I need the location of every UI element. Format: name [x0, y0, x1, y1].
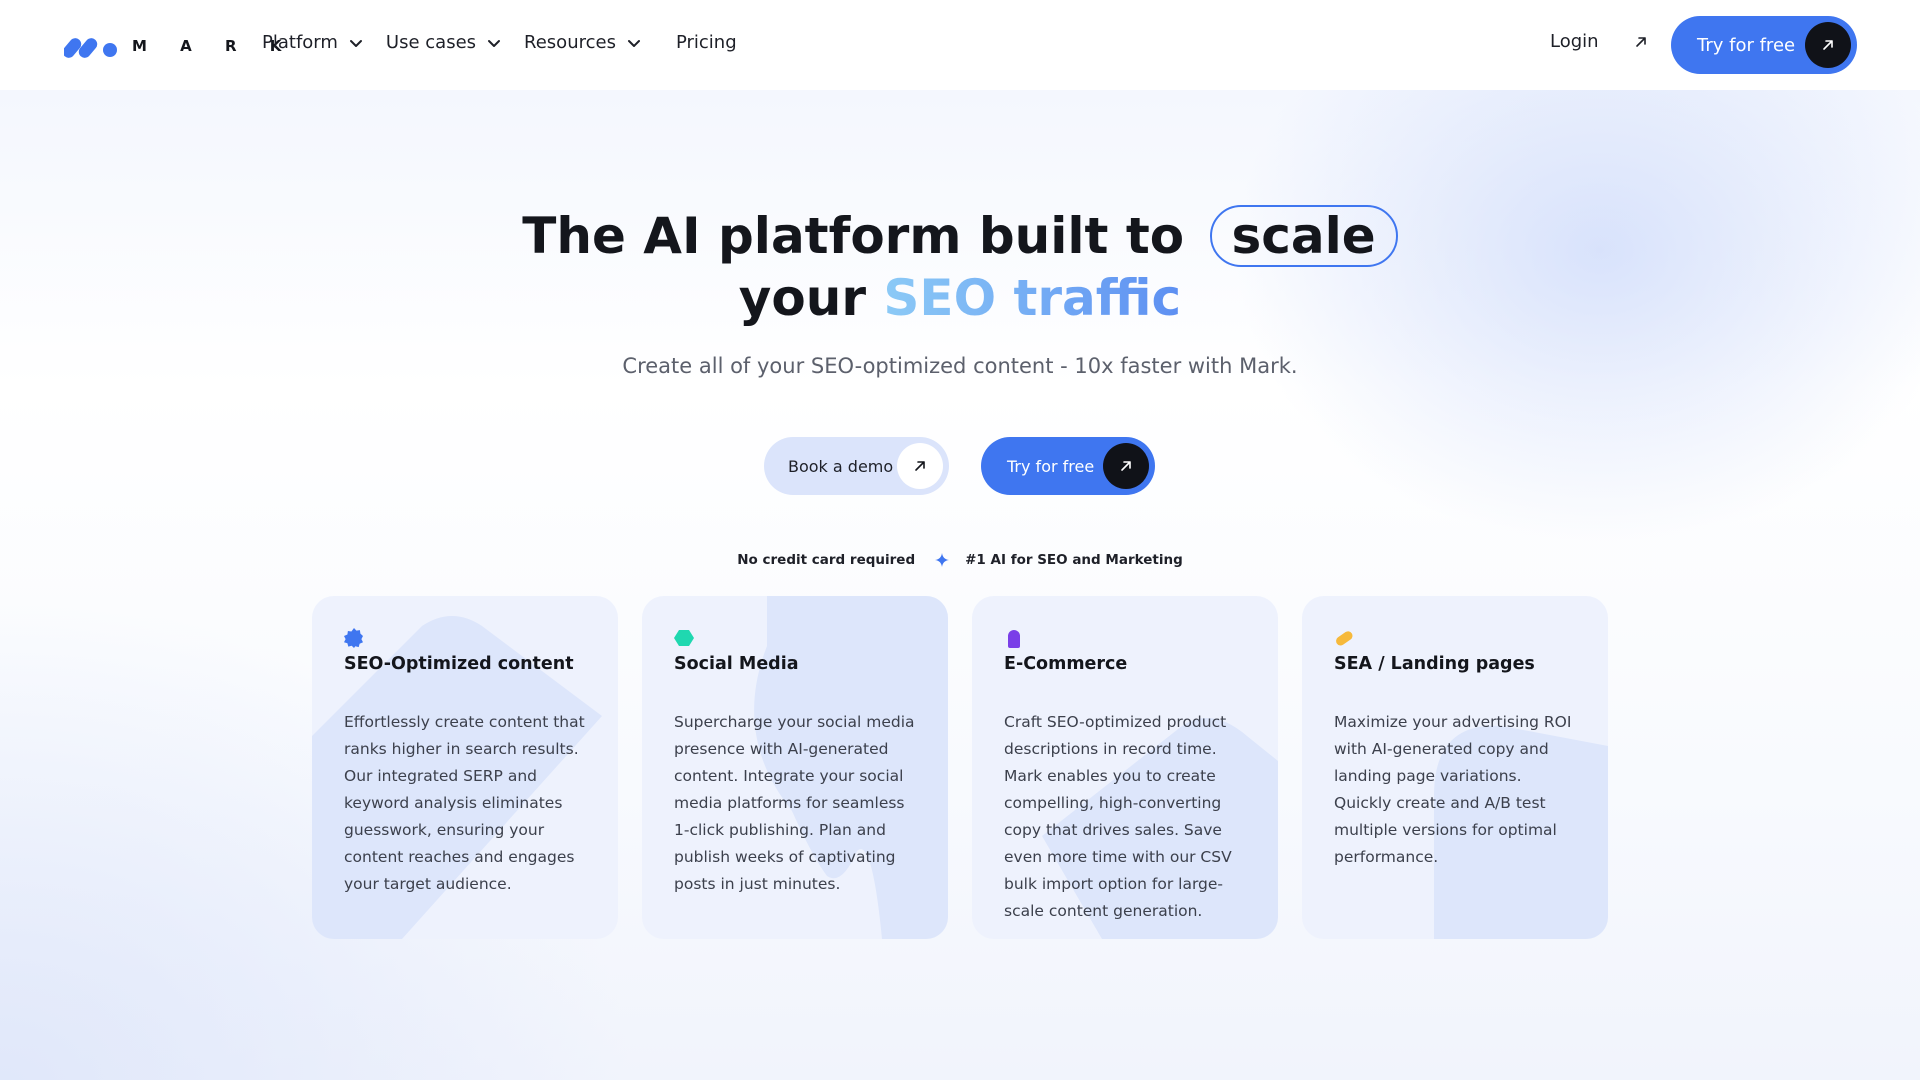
- hero-subtitle: Create all of your SEO-optimized content…: [622, 354, 1298, 378]
- login-label: Login: [1550, 31, 1599, 52]
- arrow-circle: [1103, 443, 1149, 489]
- header-try-free-label: Try for free: [1697, 34, 1796, 56]
- nav-platform[interactable]: Platform: [262, 32, 364, 53]
- card-title: Social Media: [674, 654, 799, 674]
- card-social-media[interactable]: Social Media Supercharge your social med…: [642, 596, 948, 939]
- nav-use-cases-label: Use cases: [385, 32, 477, 53]
- arrow-up-right-icon: [1823, 40, 1833, 50]
- use-case-cards: SEO-Optimized content Effortlessly creat…: [312, 596, 1608, 939]
- arrow-circle: [897, 443, 943, 489]
- arrow-up-right-icon: [915, 461, 925, 471]
- card-title: SEA / Landing pages: [1334, 654, 1535, 674]
- hero-badges: No credit card required #1 AI for SEO an…: [0, 552, 1920, 568]
- hero-try-free-label: Try for free: [1007, 456, 1095, 476]
- book-demo-label: Book a demo: [788, 456, 894, 476]
- nav-resources-label: Resources: [524, 32, 616, 53]
- header-try-free-button[interactable]: Try for free: [1671, 16, 1857, 74]
- hexagon-icon: [674, 630, 694, 646]
- card-description: Maximize your advertising ROI with AI-ge…: [1334, 713, 1572, 866]
- card-title: E-Commerce: [1004, 654, 1128, 674]
- badge-icon: [344, 628, 363, 648]
- chevron-down-icon: [488, 39, 501, 47]
- badge-no-credit-card: No credit card required: [737, 552, 916, 568]
- nav-pricing-label: Pricing: [675, 32, 737, 53]
- hero-title-highlight: scale: [1209, 205, 1398, 267]
- card-e-commerce[interactable]: E-Commerce Craft SEO-optimized product d…: [972, 596, 1278, 939]
- nav-use-cases[interactable]: Use cases: [386, 32, 502, 53]
- card-description: Effortlessly create content that ranks h…: [344, 713, 585, 893]
- nav-resources[interactable]: Resources: [524, 32, 642, 53]
- arrow-circle: [1805, 22, 1851, 68]
- hero-title-part1: The AI platform built to: [522, 207, 1185, 265]
- hero-title-gradient: SEO traffic: [883, 269, 1182, 327]
- card-sea-landing[interactable]: SEA / Landing pages Maximize your advert…: [1302, 596, 1608, 939]
- chevron-down-icon: [627, 39, 640, 47]
- hero-title-line-1: The AI platform built to scale: [0, 205, 1920, 267]
- hero-title: The AI platform built to scale your SEO …: [0, 205, 1920, 329]
- card-description: Supercharge your social media presence w…: [674, 713, 915, 893]
- login-link[interactable]: Login: [1550, 31, 1649, 52]
- sparkle-icon: [935, 553, 950, 567]
- arrow-up-right-icon: [1121, 461, 1131, 471]
- book-demo-button[interactable]: Book a demo: [764, 437, 949, 495]
- hero-title-line-2: your SEO traffic: [0, 267, 1920, 329]
- site-header: M A R K Platform Use cases Resources Pri…: [0, 0, 1920, 90]
- arrow-up-right-icon: [1635, 36, 1646, 47]
- logo-mark-icon: [64, 38, 117, 58]
- hero-title-part2: your: [738, 269, 866, 327]
- logo[interactable]: M A R K: [64, 33, 295, 59]
- hero-cta-row: Book a demo Try for free: [0, 437, 1920, 495]
- badge-number-one: #1 AI for SEO and Marketing: [965, 552, 1183, 568]
- tag-icon: [1008, 630, 1020, 648]
- main-nav: Platform Use cases Resources Pricing: [262, 32, 759, 53]
- card-title: SEO-Optimized content: [344, 654, 574, 674]
- chevron-down-icon: [349, 39, 362, 47]
- pill-icon: [1336, 631, 1353, 646]
- card-seo-content[interactable]: SEO-Optimized content Effortlessly creat…: [312, 596, 618, 939]
- nav-pricing[interactable]: Pricing: [676, 32, 737, 53]
- hero-try-free-button[interactable]: Try for free: [981, 437, 1155, 495]
- card-description: Craft SEO-optimized product descriptions…: [1004, 713, 1232, 920]
- nav-platform-label: Platform: [262, 32, 338, 53]
